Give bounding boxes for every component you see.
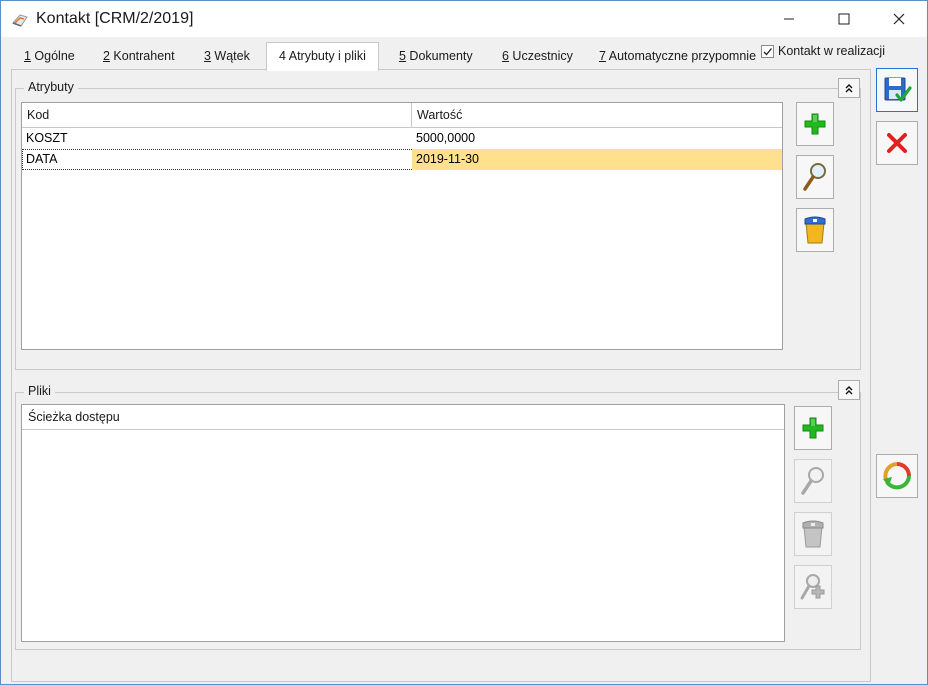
attribute-add-button[interactable] [796, 102, 834, 146]
tab-attributes-files[interactable]: 4 Atrybuty i pliki [266, 42, 379, 71]
files-collapse-button[interactable] [838, 380, 860, 400]
checkbox-label: Kontakt w realizacji [778, 44, 885, 58]
tab-label: Wątek [210, 49, 250, 63]
cell-code: KOSZT [26, 131, 68, 145]
add-icon [804, 113, 826, 135]
tab-number: 4 [279, 49, 286, 63]
realization-checkbox[interactable]: Kontakt w realizacji [761, 44, 885, 58]
files-group-title: Pliki [24, 384, 55, 398]
save-icon [884, 77, 912, 102]
tab-label: Automatyczne przypomnie [605, 49, 757, 63]
attribute-edit-button[interactable] [796, 155, 834, 199]
chevron-up-double-icon [845, 386, 853, 395]
refresh-icon [883, 462, 911, 490]
save-button[interactable] [876, 68, 918, 112]
attribute-delete-button[interactable] [796, 208, 834, 252]
checkbox-box[interactable] [761, 44, 774, 58]
files-table-header: Ścieżka dostępu [22, 405, 784, 430]
tab-label: Dokumenty [405, 49, 473, 63]
attributes-collapse-button[interactable] [838, 78, 860, 98]
tab-number: 5 [399, 49, 406, 63]
tab-label: Kontrahent [109, 49, 175, 63]
tab-number: 3 [204, 49, 211, 63]
maximize-icon [838, 13, 850, 25]
column-header-value[interactable]: Wartość [412, 103, 782, 127]
file-add-link-button[interactable] [794, 565, 832, 609]
cell-value: 5000,0000 [416, 131, 476, 145]
refresh-button[interactable] [876, 454, 918, 498]
tab-contractor[interactable]: 2 Kontrahent [103, 44, 175, 68]
magnifier-icon [801, 467, 824, 495]
cancel-button[interactable] [876, 121, 918, 165]
tab-documents[interactable]: 5 Dokumenty [399, 44, 473, 68]
cell-value: 2019-11-30 [412, 149, 782, 170]
minimize-icon [784, 18, 794, 20]
file-delete-button[interactable] [794, 512, 832, 556]
magnifier-icon [803, 163, 826, 191]
files-table[interactable]: Ścieżka dostępu [21, 404, 785, 642]
cell-code: DATA [26, 152, 58, 166]
cancel-icon [887, 133, 907, 153]
tab-label: Atrybuty i pliki [285, 49, 366, 63]
tab-number: 1 [24, 49, 31, 63]
chevron-up-double-icon [845, 84, 853, 93]
window-title: Kontakt [CRM/2/2019] [36, 10, 194, 27]
app-icon [12, 14, 28, 27]
attributes-group-title: Atrybuty [24, 80, 78, 94]
tab-number: 6 [502, 49, 509, 63]
minimize-button[interactable] [766, 1, 812, 37]
tab-participants[interactable]: 6 Uczestnicy [502, 44, 573, 68]
maximize-button[interactable] [821, 1, 867, 37]
trash-bin-icon [802, 520, 824, 548]
tab-number: 7 [599, 49, 606, 63]
tab-general[interactable]: 1 Ogólne [24, 44, 75, 68]
table-row-selected[interactable]: DATA 2019-11-30 [22, 149, 782, 170]
close-icon [893, 13, 905, 25]
column-header-code[interactable]: Kod [22, 103, 412, 127]
checkmark-icon [763, 47, 772, 55]
tab-number: 2 [103, 49, 110, 63]
add-icon [802, 417, 824, 439]
attributes-table-header: Kod Wartość [22, 103, 782, 128]
file-add-button[interactable] [794, 406, 832, 450]
contact-window: Kontakt [CRM/2/2019] 1 Ogólne 2 Kontrahe… [0, 0, 928, 685]
tab-content-panel: Atrybuty Kod Wartość KOSZT 5000,0000 DAT… [11, 69, 871, 682]
tab-thread[interactable]: 3 Wątek [204, 44, 250, 68]
attributes-table[interactable]: Kod Wartość KOSZT 5000,0000 DATA 2019-11… [21, 102, 783, 350]
close-button[interactable] [876, 1, 922, 37]
title-bar: Kontakt [CRM/2/2019] [1, 1, 927, 37]
column-header-path[interactable]: Ścieżka dostępu [22, 405, 784, 429]
file-edit-button[interactable] [794, 459, 832, 503]
trash-bin-icon [804, 216, 826, 244]
tab-label: Uczestnicy [508, 49, 573, 63]
tab-automatic-reminders[interactable]: 7 Automatyczne przypomnie [599, 44, 756, 68]
table-row[interactable]: KOSZT 5000,0000 [22, 128, 782, 149]
add-link-icon [800, 574, 825, 600]
tab-label: Ogólne [30, 49, 75, 63]
